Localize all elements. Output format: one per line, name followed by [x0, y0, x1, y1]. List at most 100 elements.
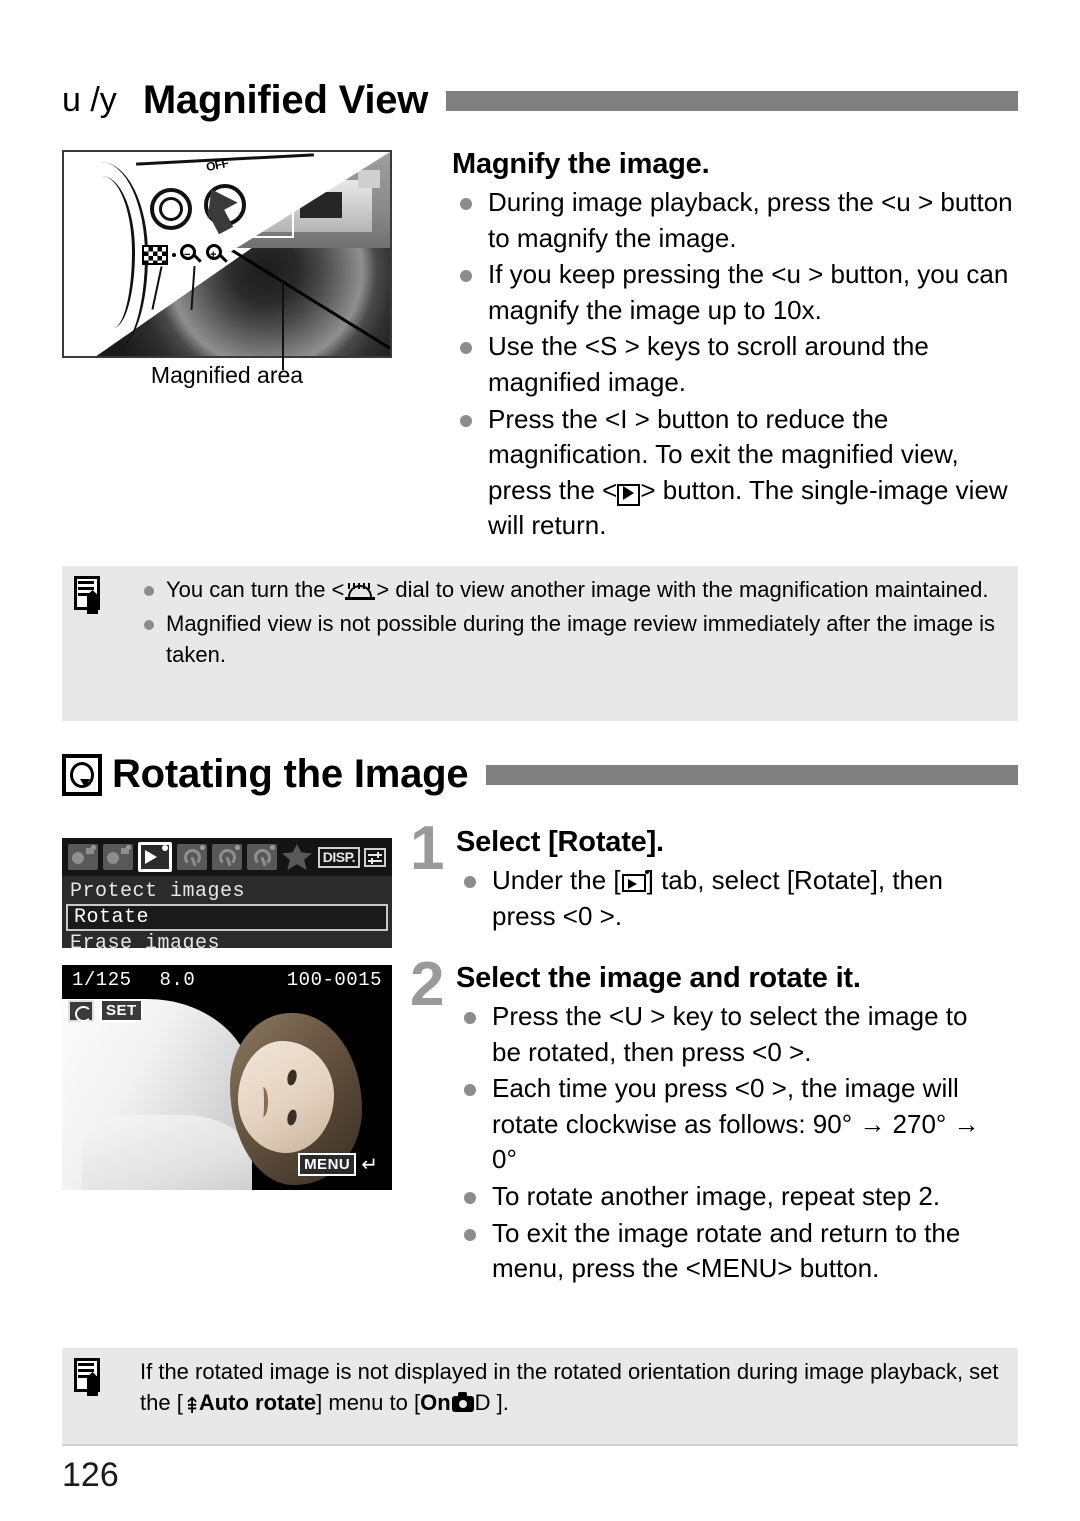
sidebar-item-playback-tab[interactable]	[138, 842, 172, 872]
separator-dot-icon	[172, 253, 176, 257]
step-number: 2	[410, 950, 445, 1019]
tab-bar-right-group: DISP.	[317, 846, 386, 868]
rotate-icon	[68, 999, 94, 1022]
step-1-bullet-list: Under the [] tab, select [Rotate], then …	[456, 863, 996, 934]
heading-rule-bar	[486, 764, 1018, 785]
disp-badge[interactable]: DISP.	[317, 846, 360, 868]
index-display-icon	[142, 245, 168, 265]
note-text-auto-rotate: Auto rotate	[198, 1390, 317, 1416]
menu-item-erase-images[interactable]: Erase images	[62, 931, 392, 948]
figure-caption: Magnified area	[150, 362, 304, 388]
menu-screenshot: DISP. Protect images Rotate Erase images	[62, 838, 392, 948]
bullet-text: If you keep pressing the <u > button, yo…	[488, 259, 1009, 325]
list-item: If you keep pressing the <u > button, yo…	[452, 257, 1018, 328]
list-item: Each time you press <0 >, the image will…	[456, 1071, 996, 1178]
magnified-view-glyph: u /y	[62, 81, 117, 119]
camera-dial-button	[150, 188, 192, 230]
note-text-tail: D ].	[474, 1390, 509, 1416]
magnify-instructions: Magnify the image. During image playback…	[452, 148, 1018, 545]
bullet-text: Press the <U > key to select the image t…	[492, 1001, 968, 1067]
rotate-icon	[62, 753, 102, 796]
menu-badge[interactable]: MENU	[298, 1153, 357, 1176]
footer-divider	[62, 1444, 1018, 1446]
bullet-text-before: Under the [	[492, 865, 621, 895]
photo-shoulder-lower	[82, 1115, 252, 1190]
playback-icon	[617, 483, 641, 506]
rotate-set-badge-group: SET	[68, 999, 143, 1022]
photo-subject-knob	[358, 170, 380, 188]
playback-tab-icon	[621, 870, 649, 892]
note-body: If the rotated image is not displayed in…	[140, 1356, 1000, 1418]
bullet-text: To rotate another image, repeat step 2.	[492, 1181, 941, 1212]
note-icon	[74, 1358, 106, 1398]
list-item: Under the [] tab, select [Rotate], then …	[456, 863, 996, 934]
list-item: Magnified view is not possible during th…	[140, 608, 1000, 670]
photo-face	[238, 1041, 334, 1153]
setup-tool-icon: ⇞	[182, 1393, 202, 1419]
sidebar-item-my-menu-tab[interactable]	[282, 844, 312, 870]
reduce-magnify-icon: −	[180, 244, 202, 266]
list-item: Use the <S > keys to scroll around the m…	[452, 329, 1018, 400]
note-text: Magnified view is not possible during th…	[166, 611, 996, 668]
sliders-icon[interactable]	[364, 847, 386, 867]
list-item: Press the <U > key to select the image t…	[456, 999, 996, 1070]
note-icon	[74, 576, 106, 616]
zoom-button-glyphs: − +	[142, 244, 228, 266]
bullet-text: To exit the image rotate and return to t…	[492, 1217, 961, 1284]
menu-tab-bar: DISP.	[62, 838, 392, 876]
sidebar-item-shooting-tab-2[interactable]	[103, 844, 133, 870]
list-item: To exit the image rotate and return to t…	[456, 1216, 996, 1287]
section-title-rotating: Rotating the Image	[112, 752, 469, 796]
file-number-value: 100-0015	[286, 969, 382, 991]
caption-leader-line	[282, 282, 284, 370]
bullet-text: During image playback, press the <u > bu…	[488, 187, 1013, 253]
magnify-bullet-list: During image playback, press the <u > bu…	[452, 185, 1018, 544]
heading-rule-bar	[446, 90, 1018, 111]
menu-item-protect-images[interactable]: Protect images	[62, 879, 392, 904]
step-1: 1 Select [Rotate]. Under the [] tab, sel…	[410, 814, 996, 935]
note-text-middle: ] menu to [	[316, 1390, 421, 1416]
sidebar-item-shooting-tab-1[interactable]	[68, 844, 98, 870]
list-item: To rotate another image, repeat step 2.	[456, 1179, 996, 1215]
return-arrow-icon: ↵	[361, 1153, 378, 1176]
camera-icon	[451, 1392, 474, 1413]
shutter-speed-value: 1/125	[72, 969, 132, 991]
playback-screenshot: 1/125 8.0 100-0015 SET MENU ↵	[62, 965, 392, 1190]
step-title: Select [Rotate].	[456, 826, 664, 858]
list-item: During image playback, press the <u > bu…	[452, 185, 1018, 256]
playback-image: SET MENU ↵	[62, 995, 392, 1190]
page-number: 126	[62, 1456, 119, 1494]
list-item: You can turn the < > dial to view another…	[140, 574, 1000, 605]
camera-illustration: OFF − +	[62, 150, 392, 358]
note-box-rotating: If the rotated image is not displayed in…	[62, 1348, 1018, 1446]
note-bullet-list: You can turn the < > dial to view another…	[140, 574, 1000, 671]
menu-item-list: Protect images Rotate Erase images	[62, 876, 392, 948]
bullet-text: Use the <S > keys to scroll around the m…	[488, 331, 929, 398]
step-title: Select the image and rotate it.	[456, 962, 861, 994]
main-dial-icon	[345, 583, 376, 600]
menu-return-group: MENU ↵	[298, 1153, 378, 1176]
bullet-text: Each time you press <0 >, the image will…	[492, 1073, 980, 1175]
note-body: You can turn the < > dial to view another…	[140, 574, 1000, 674]
note-text-before: You can turn the <	[166, 577, 345, 602]
photo-mouth	[258, 1087, 268, 1117]
note-text-on: On	[420, 1390, 451, 1416]
page-title: Magnified View	[142, 78, 429, 122]
menu-item-rotate[interactable]: Rotate	[66, 904, 388, 931]
increase-magnify-icon: +	[206, 244, 228, 266]
subheading-magnify-the-image: Magnify the image.	[452, 148, 710, 180]
list-item: Press the <I > button to reduce the magn…	[452, 402, 1018, 544]
aperture-value: 8.0	[159, 969, 196, 991]
sidebar-item-setup-tab-3[interactable]	[247, 844, 277, 870]
sidebar-item-setup-tab-1[interactable]	[177, 844, 207, 870]
note-box-magnified: You can turn the < > dial to view another…	[62, 566, 1018, 721]
section-heading-magnified-view: u /y Magnified View	[62, 78, 1018, 123]
set-badge[interactable]: SET	[100, 999, 143, 1022]
playback-info-bar: 1/125 8.0 100-0015	[62, 965, 392, 995]
step-2: 2 Select the image and rotate it. Press …	[410, 950, 996, 1288]
note-text-after: > dial to view another image with the ma…	[376, 577, 989, 602]
step-number: 1	[410, 814, 445, 883]
section-heading-rotating-the-image: Rotating the Image	[62, 752, 1018, 797]
sidebar-item-setup-tab-2[interactable]	[212, 844, 242, 870]
step-2-bullet-list: Press the <U > key to select the image t…	[456, 999, 996, 1287]
